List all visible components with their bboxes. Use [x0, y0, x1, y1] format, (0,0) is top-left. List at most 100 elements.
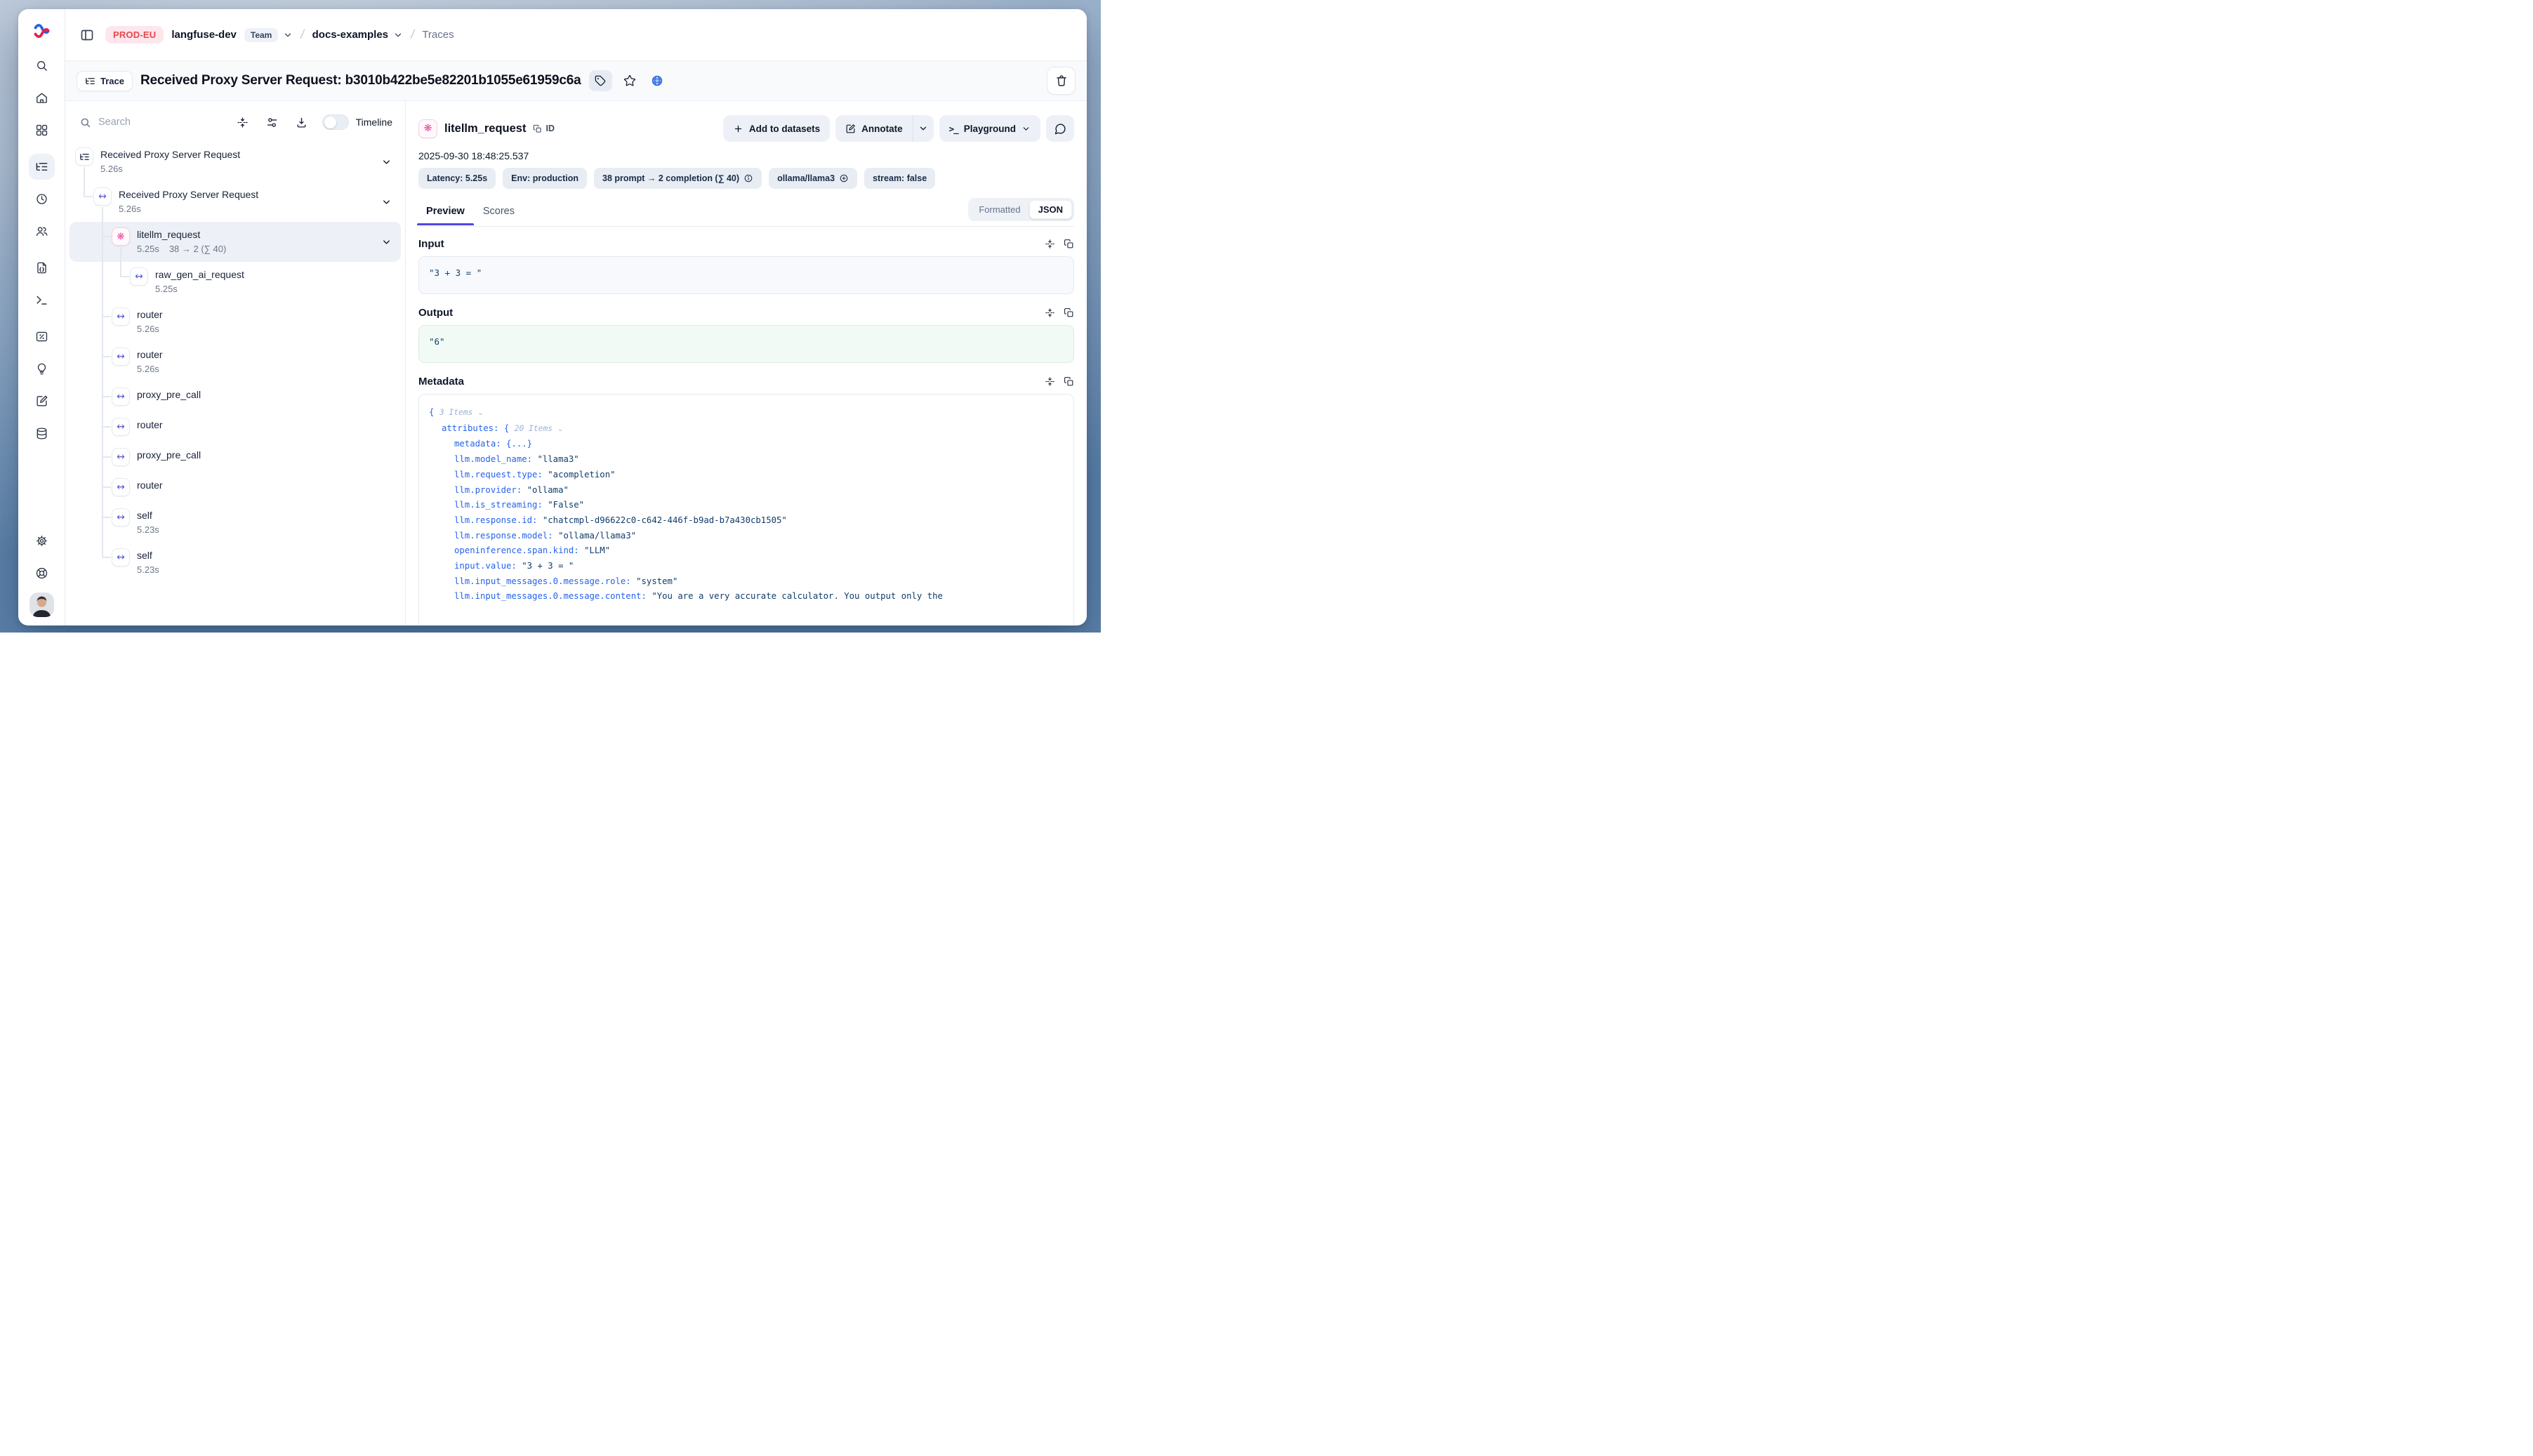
- sidebar-item-playground[interactable]: [29, 287, 55, 313]
- sidebar-item-settings[interactable]: [29, 528, 55, 554]
- json-line: llm.request.type: "acompletion": [429, 468, 1064, 483]
- playground-icon: [35, 293, 48, 307]
- tab-scores[interactable]: Scores: [474, 200, 524, 225]
- expand-chevron-icon[interactable]: [381, 157, 392, 167]
- sidebar-item-datasets[interactable]: [29, 421, 55, 446]
- tree-row-label: router: [137, 418, 163, 432]
- tab-preview[interactable]: Preview: [417, 200, 474, 225]
- tree-row-label: self: [137, 508, 159, 522]
- generation-icon: ❋: [418, 119, 437, 138]
- output-title: Output: [418, 307, 453, 319]
- breadcrumb-section[interactable]: Traces: [422, 29, 454, 41]
- copy-icon[interactable]: [1064, 376, 1074, 387]
- plus-circle-icon[interactable]: [839, 173, 849, 183]
- collapse-section-icon[interactable]: [1045, 307, 1055, 318]
- breadcrumb-org-dropdown[interactable]: Team: [244, 28, 293, 42]
- add-to-datasets-button[interactable]: Add to datasets: [723, 115, 830, 142]
- sidebar-item-support[interactable]: [29, 560, 55, 586]
- chevron-down-icon: [283, 30, 293, 40]
- tree-row-router[interactable]: ↔router5.26s: [70, 342, 401, 382]
- generation-icon: ❋: [112, 227, 130, 246]
- span-icon: ↔: [93, 187, 112, 206]
- tree-row-self[interactable]: ↔self5.23s: [70, 503, 401, 543]
- collapse-all-icon[interactable]: [234, 113, 252, 131]
- tree-row-self[interactable]: ↔self5.23s: [70, 543, 401, 583]
- timeline-toggle[interactable]: [322, 114, 349, 130]
- sidebar-item-evaluation[interactable]: [29, 324, 55, 350]
- sidebar-item-sessions[interactable]: [29, 186, 55, 212]
- tree-row-label: litellm_request: [137, 227, 226, 241]
- breadcrumb-org[interactable]: langfuse-dev: [171, 29, 237, 41]
- observation-detail-panel: ❋ litellm_request ID Add to datasets: [406, 101, 1087, 626]
- comments-button[interactable]: [1046, 115, 1074, 142]
- tree-row-label: Received Proxy Server Request: [119, 187, 258, 201]
- public-globe-icon[interactable]: [647, 71, 667, 91]
- datasets-icon: [35, 427, 48, 440]
- json-collapse-chevron-icon[interactable]: ⌄: [557, 425, 563, 433]
- sidebar-item-home[interactable]: [29, 85, 55, 111]
- collapse-section-icon[interactable]: [1045, 239, 1055, 249]
- detail-sections: Input "3 + 3 = " Output: [418, 227, 1074, 626]
- tree-row-received-proxy-server-request[interactable]: ↔Received Proxy Server Request5.26s: [70, 182, 401, 222]
- playground-button[interactable]: >_ Playground: [939, 115, 1040, 142]
- copy-id-button[interactable]: ID: [533, 124, 555, 133]
- tree-row-router[interactable]: ↔router: [70, 472, 401, 503]
- tree-row-proxy-pre-call[interactable]: ↔proxy_pre_call: [70, 442, 401, 472]
- settings-icon: [35, 534, 48, 548]
- traces-icon: [35, 160, 48, 173]
- tree-row-proxy-pre-call[interactable]: ↔proxy_pre_call: [70, 382, 401, 412]
- copy-icon[interactable]: [1064, 307, 1074, 318]
- copy-icon[interactable]: [1064, 239, 1074, 249]
- sidebar-item-users[interactable]: [29, 218, 55, 244]
- evaluation-icon: [35, 330, 48, 343]
- support-icon: [35, 567, 48, 580]
- tree-row-litellm-request[interactable]: ❋ litellm_request5.25s38 → 2 (∑ 40): [70, 222, 401, 262]
- tree-row-metrics: 5.25s38 → 2 (∑ 40): [137, 242, 226, 256]
- trace-title: Received Proxy Server Request: b3010b422…: [140, 73, 581, 88]
- annotate-dropdown-chevron[interactable]: [913, 115, 934, 142]
- tree-row-raw-gen-ai-request[interactable]: ↔raw_gen_ai_request5.25s: [70, 262, 401, 302]
- view-json[interactable]: JSON: [1029, 200, 1072, 219]
- sidebar-item-search[interactable]: [29, 53, 55, 79]
- favorite-star-button[interactable]: [620, 71, 640, 91]
- terminal-icon: >_: [949, 124, 958, 134]
- json-collapse-chevron-icon[interactable]: ⌄: [477, 409, 483, 417]
- observation-badge: Latency: 5.25s: [418, 168, 496, 189]
- metadata-section-header: Metadata: [418, 376, 1074, 388]
- sidebar-item-insights[interactable]: [29, 356, 55, 382]
- detail-tabs: Preview Scores Formatted JSON: [418, 198, 1074, 227]
- tree-row-label: router: [137, 307, 163, 322]
- trace-delete-button[interactable]: [1047, 67, 1076, 95]
- collapse-section-icon[interactable]: [1045, 376, 1055, 387]
- breadcrumb-project-dropdown[interactable]: docs-examples: [312, 29, 403, 41]
- tags-button[interactable]: [589, 70, 612, 91]
- span-icon: ↔: [112, 348, 130, 366]
- sidebar-item-annotations[interactable]: [29, 388, 55, 414]
- trace-icon: [75, 147, 93, 166]
- edit-icon: [845, 124, 856, 134]
- info-icon[interactable]: [743, 173, 753, 183]
- span-icon: ↔: [112, 548, 130, 567]
- expand-chevron-icon[interactable]: [381, 197, 392, 207]
- tree-row-router[interactable]: ↔router: [70, 412, 401, 442]
- content-split: Timeline Received Proxy Server Request5.…: [65, 101, 1087, 626]
- tree-settings-icon[interactable]: [263, 113, 282, 131]
- tree-row-router[interactable]: ↔router5.26s: [70, 302, 401, 342]
- download-icon[interactable]: [293, 113, 311, 131]
- search-input[interactable]: [98, 117, 176, 128]
- chevron-down-icon: [1021, 124, 1031, 133]
- sidebar-item-dashboard[interactable]: [29, 117, 55, 143]
- tree-toolbar: Timeline: [65, 101, 405, 138]
- tree-row-received-proxy-server-request[interactable]: Received Proxy Server Request5.26s: [70, 142, 401, 182]
- sidebar-item-prompts[interactable]: [29, 255, 55, 281]
- json-item-count: 20 Items: [515, 424, 557, 433]
- annotate-button[interactable]: Annotate: [835, 115, 913, 142]
- input-section-header: Input: [418, 238, 1074, 250]
- tree-search[interactable]: [79, 117, 223, 128]
- sidebar-item-traces[interactable]: [29, 154, 55, 180]
- user-avatar[interactable]: [29, 593, 54, 617]
- json-line: llm.input_messages.0.message.content: "Y…: [429, 589, 1064, 604]
- toggle-sidebar-icon[interactable]: [77, 25, 98, 46]
- view-formatted[interactable]: Formatted: [970, 201, 1029, 218]
- expand-chevron-icon[interactable]: [381, 237, 392, 247]
